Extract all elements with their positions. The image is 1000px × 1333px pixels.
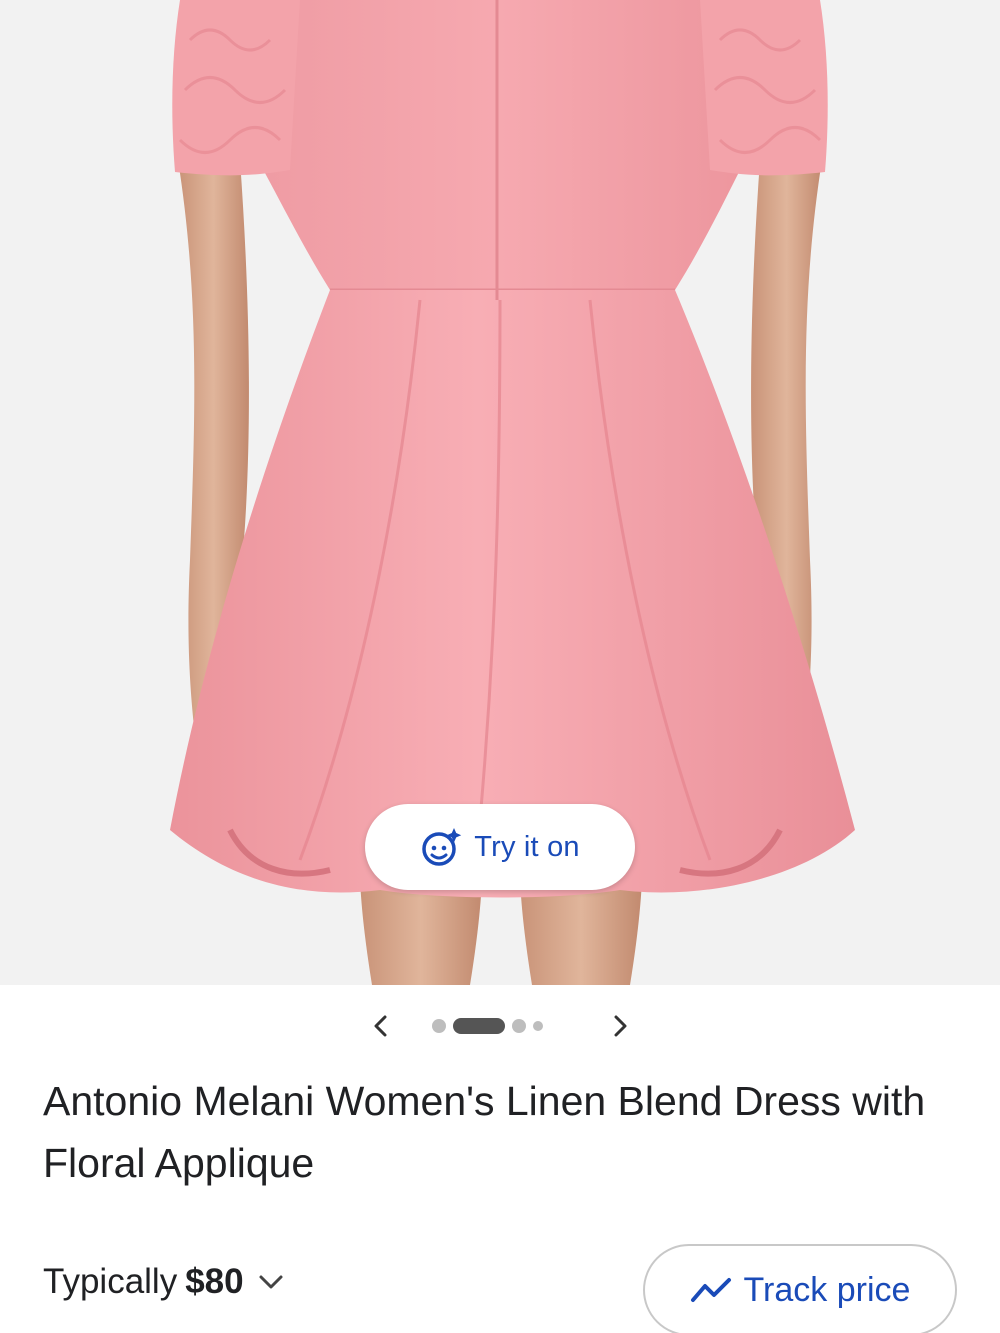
try-it-on-label: Try it on xyxy=(474,830,580,863)
product-detail-page: Try it on Antonio Melani Women's Linen B… xyxy=(0,0,1000,1333)
product-image[interactable]: Try it on xyxy=(0,0,1000,985)
product-title: Antonio Melani Women's Linen Blend Dress… xyxy=(43,1078,926,1186)
chevron-right-icon[interactable] xyxy=(604,1010,636,1042)
carousel-dot-active[interactable] xyxy=(453,1018,505,1034)
price-value: $80 xyxy=(185,1262,244,1301)
face-sparkle-icon xyxy=(420,826,462,868)
carousel-dot[interactable] xyxy=(533,1021,543,1031)
carousel-dot[interactable] xyxy=(512,1019,526,1033)
chevron-left-icon[interactable] xyxy=(365,1010,397,1042)
typical-price-toggle[interactable]: Typically $80 xyxy=(43,1262,286,1302)
track-price-label: Track price xyxy=(743,1270,911,1309)
carousel-dots xyxy=(432,1018,543,1034)
try-it-on-button[interactable]: Try it on xyxy=(365,804,635,890)
image-carousel-nav xyxy=(0,1004,1000,1048)
price-prefix: Typically xyxy=(43,1262,178,1301)
trending-line-icon xyxy=(690,1275,734,1305)
chevron-down-icon xyxy=(256,1267,286,1297)
track-price-button[interactable]: Track price xyxy=(643,1244,957,1333)
carousel-dot[interactable] xyxy=(432,1019,446,1033)
